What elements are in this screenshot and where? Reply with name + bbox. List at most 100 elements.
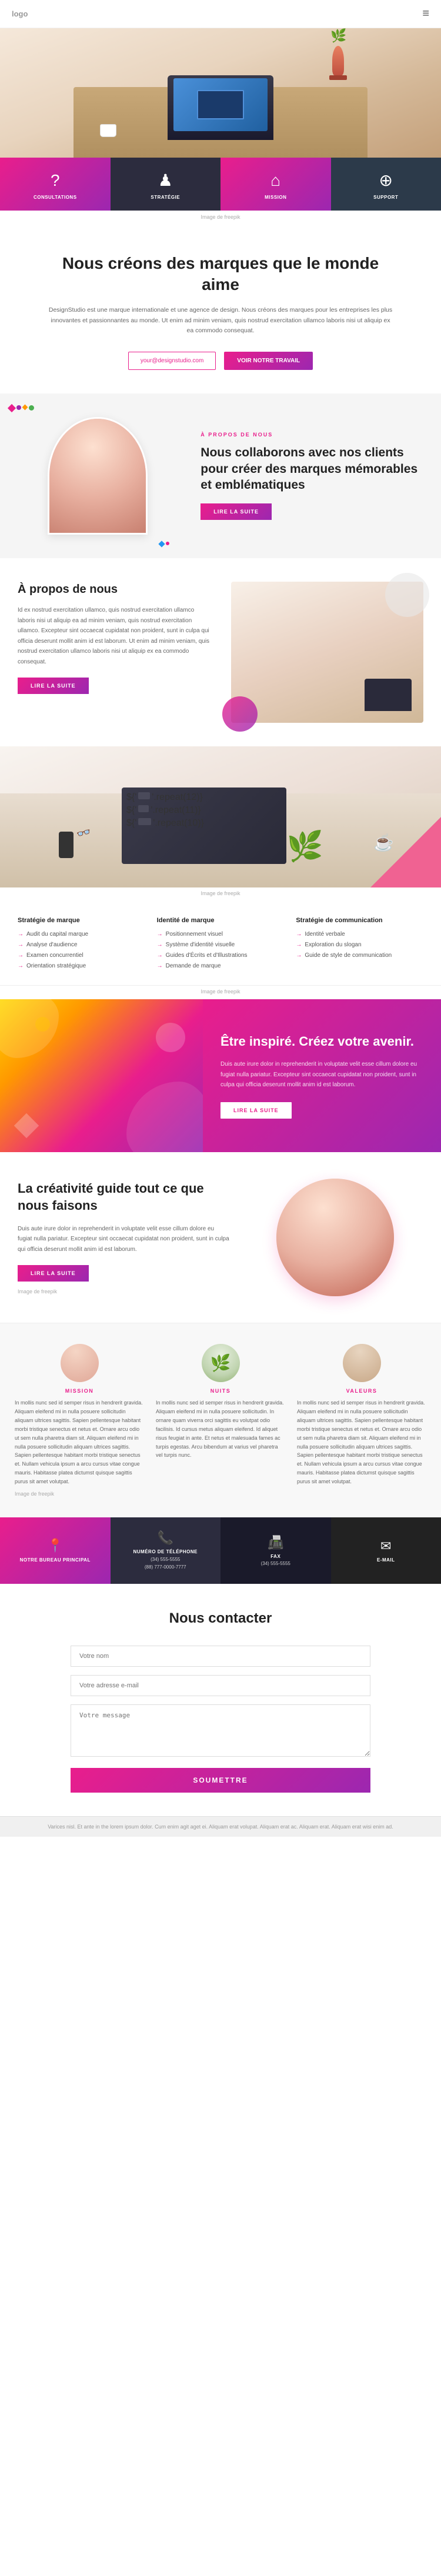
menu-icon[interactable]: ≡ [422, 7, 429, 21]
team-role-3: VALEURS [297, 1388, 426, 1394]
message-group [71, 1704, 370, 1760]
strategie-label: STRATÉGIE [151, 195, 180, 200]
team-avatar-3 [343, 1344, 381, 1382]
bottom-text: Varices nisl. Et ante in the lorem ipsum… [48, 1824, 393, 1830]
voir-travail-btn[interactable]: VOIR NOTRE TRAVAIL [224, 352, 313, 370]
list-item: →Identité verbale [296, 931, 423, 937]
apropos-1-text-col: À PROPOS DE NOUS Nous collaborons avec n… [195, 393, 441, 558]
name-group [71, 1646, 370, 1667]
consultations-icon: ? [51, 171, 60, 190]
email-input[interactable] [71, 1675, 370, 1696]
apropos-1-title: Nous collaborons avec nos clients pour c… [201, 445, 423, 493]
consultations-label: CONSULTATIONS [34, 195, 77, 200]
nav-icon-consultations[interactable]: ? CONSULTATIONS [0, 158, 111, 211]
team-col-3: VALEURS In mollis nunc sed id semper ris… [297, 1344, 426, 1496]
list-item: →Audit du capital marque [18, 931, 145, 937]
list-item: →Guide de style de communication [296, 952, 423, 959]
hero-laptop [168, 75, 273, 140]
service-identite: Identité de marque →Positionnement visue… [157, 917, 285, 973]
laptop-section: ${''.repeat(12)} ${''.repeat(11)} ${''.r… [0, 746, 441, 887]
list-item: →Positionnement visuel [157, 931, 285, 937]
service-communication: Stratégie de communication →Identité ver… [296, 917, 423, 973]
bottom-bar: Varices nisl. Et ante in the lorem ipsum… [0, 1816, 441, 1837]
fax-text: (34) 555-5555 [261, 1561, 290, 1566]
email-btn[interactable]: your@designstudio.com [128, 352, 216, 370]
support-label: SUPPORT [373, 195, 398, 200]
mission-icon: ⌂ [270, 171, 280, 190]
hero-text-section: Nous créons des marques que le monde aim… [0, 223, 441, 393]
fax-title: FAX [270, 1554, 280, 1559]
creativite-img [276, 1179, 394, 1296]
creativite-title: La créativité guide tout ce que nous fai… [18, 1180, 229, 1214]
inspire-section: Être inspiré. Créez votre avenir. Duis a… [0, 999, 441, 1152]
service-title-2: Identité de marque [157, 917, 285, 924]
creativite-image-col [247, 1179, 423, 1296]
apropos-2-btn[interactable]: LIRE LA SUITE [18, 678, 89, 694]
list-item: →Analyse d'audience [18, 942, 145, 948]
footer-bureau: 📍 NOTRE BUREAU PRINCIPAL [0, 1517, 111, 1584]
apropos-2-text: Id ex nostrud exercitation ullamco, quis… [18, 605, 211, 667]
strategie-icon: ♟ [158, 171, 173, 190]
telephone-text: (34) 555-5555(88) 777-0000-7777 [145, 1556, 186, 1571]
apropos-2-text-col: À propos de nous Id ex nostrud exercitat… [18, 582, 216, 723]
apropos-1-label: À PROPOS DE NOUS [201, 432, 423, 438]
nav-icons-row: ? CONSULTATIONS ♟ STRATÉGIE ⌂ MISSION ⊕ … [0, 158, 441, 211]
apropos-1-img [48, 417, 148, 535]
email-group [71, 1675, 370, 1696]
creativite-freepik: Image de freepik [18, 1289, 229, 1294]
apropos-section-1: À PROPOS DE NOUS Nous collaborons avec n… [0, 393, 441, 558]
list-item: →Système d'identité visuelle [157, 942, 285, 948]
phone-decor [59, 832, 74, 858]
inspire-title: Être inspiré. Créez votre avenir. [220, 1033, 423, 1050]
contact-title: Nous contacter [71, 1610, 370, 1627]
email-icon: ✉ [380, 1539, 391, 1554]
apropos-1-image-col [0, 393, 195, 558]
creativite-btn[interactable]: LIRE LA SUITE [18, 1265, 89, 1282]
name-input[interactable] [71, 1646, 370, 1667]
team-freepik-1: Image de freepik [15, 1491, 144, 1497]
contact-form: SOUMETTRE [71, 1646, 370, 1793]
plant-decor: 🌿 [287, 829, 323, 864]
nav-icon-strategie[interactable]: ♟ STRATÉGIE [111, 158, 221, 211]
nav-icon-support[interactable]: ⊕ SUPPORT [331, 158, 441, 211]
apropos-section-2: À propos de nous Id ex nostrud exercitat… [0, 558, 441, 746]
creativite-text: Duis aute irure dolor in reprehenderit i… [18, 1224, 229, 1255]
service-items-3: →Identité verbale →Exploration du slogan… [296, 931, 423, 959]
message-input[interactable] [71, 1704, 370, 1757]
creativite-text-col: La créativité guide tout ce que nous fai… [18, 1180, 229, 1294]
list-item: →Examen concurrentiel [18, 952, 145, 959]
coffee-cup: ☕ [373, 833, 394, 852]
email-title: E-MAIL [377, 1557, 395, 1563]
services-section: Stratégie de marque →Audit du capital ma… [0, 899, 441, 986]
team-col-1: MISSION In mollis nunc sed id semper ris… [15, 1344, 144, 1496]
deco-circle-2 [385, 573, 429, 617]
footer-email: ✉ E-MAIL [331, 1517, 441, 1584]
footer-fax: 📠 FAX (34) 555-5555 [220, 1517, 331, 1584]
team-avatar-1 [61, 1344, 99, 1382]
team-col-2: 🌿 NUITS In mollis nunc sed id semper ris… [156, 1344, 285, 1496]
hero-image: 🌿 [0, 28, 441, 158]
apropos-1-btn[interactable]: LIRE LA SUITE [201, 503, 272, 520]
support-icon: ⊕ [379, 171, 393, 190]
apropos-2-image-col [231, 582, 424, 723]
service-items-2: →Positionnement visuel →Système d'identi… [157, 931, 285, 969]
location-icon: 📍 [47, 1538, 63, 1553]
pink-corner [370, 817, 441, 887]
header: logo ≡ [0, 0, 441, 28]
team-text-3: In mollis nunc sed id semper risus in he… [297, 1399, 426, 1486]
inspire-text-col: Être inspiré. Créez votre avenir. Duis a… [203, 999, 441, 1152]
apropos-2-title: À propos de nous [18, 582, 211, 597]
list-item: →Exploration du slogan [296, 942, 423, 948]
submit-button[interactable]: SOUMETTRE [71, 1768, 370, 1793]
team-section: MISSION In mollis nunc sed id semper ris… [0, 1323, 441, 1517]
creativite-section: La créativité guide tout ce que nous fai… [0, 1152, 441, 1323]
team-text-1: In mollis nunc sed id semper risus in he… [15, 1399, 144, 1486]
hero-buttons: your@designstudio.com VOIR NOTRE TRAVAIL [47, 352, 394, 370]
hero-vase: 🌿 [329, 46, 347, 80]
inspire-btn[interactable]: LIRE LA SUITE [220, 1102, 292, 1119]
service-items-1: →Audit du capital marque →Analyse d'audi… [18, 931, 145, 969]
service-strategie: Stratégie de marque →Audit du capital ma… [18, 917, 145, 973]
nav-icon-mission[interactable]: ⌂ MISSION [220, 158, 331, 211]
mission-label: MISSION [265, 195, 286, 200]
hero-cup [100, 124, 116, 137]
